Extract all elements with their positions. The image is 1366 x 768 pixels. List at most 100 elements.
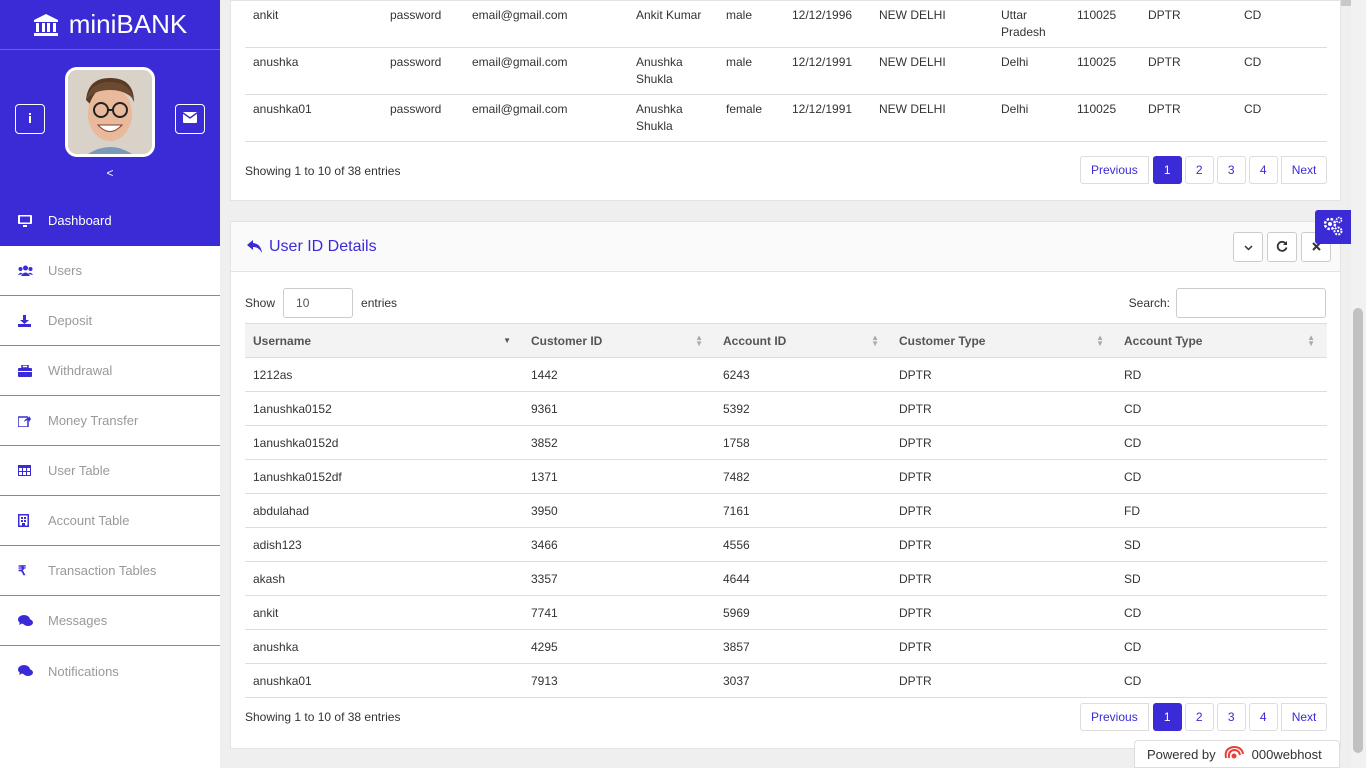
previous-page-button[interactable]: Previous — [1080, 156, 1149, 184]
sidebar-item-account-table[interactable]: Account Table — [0, 496, 220, 546]
table-cell: ankit — [245, 1, 382, 48]
table-cell: male — [718, 1, 784, 48]
table-cell: 5392 — [715, 391, 891, 426]
table-cell: 3357 — [523, 561, 715, 596]
sidebar-item-user-table[interactable]: User Table — [0, 446, 220, 496]
column-label: Customer Type — [899, 333, 986, 348]
table-cell: 4556 — [715, 527, 891, 562]
brand-name: miniBANK — [68, 9, 188, 39]
table-row[interactable]: 1anushka0152df 1371 7482 DPTR CD — [245, 459, 1327, 494]
column-header-customer-type[interactable]: Customer Type ▲ ▼ — [891, 323, 1116, 358]
users-table-pagination: Previous 1 2 3 4 Next — [1080, 156, 1328, 184]
reply-icon — [247, 239, 263, 254]
table-cell: anushka01 — [245, 663, 523, 698]
table-cell: adish123 — [245, 527, 523, 562]
table-row[interactable]: anushka 4295 3857 DPTR CD — [245, 629, 1327, 664]
vertical-scrollbar-thumb[interactable] — [1353, 308, 1363, 753]
settings-button[interactable] — [1315, 210, 1351, 244]
user-id-table-info: Showing 1 to 10 of 38 entries — [245, 710, 401, 724]
table-cell: 1anushka0152 — [245, 391, 523, 426]
table-row[interactable]: akash 3357 4644 DPTR SD — [245, 561, 1327, 596]
avatar[interactable] — [65, 67, 155, 157]
info-button[interactable] — [15, 104, 45, 134]
sidebar-item-label: User Table — [48, 463, 110, 478]
column-label: Account Type — [1124, 333, 1203, 348]
column-label: Customer ID — [531, 333, 603, 348]
table-cell: password — [382, 47, 464, 95]
table-row[interactable]: 1anushka0152 9361 5392 DPTR CD — [245, 391, 1327, 426]
show-label: Show — [245, 296, 276, 310]
mail-button[interactable] — [175, 104, 205, 134]
sidebar-item-notifications[interactable]: Notifications — [0, 646, 220, 696]
table-cell: 9361 — [523, 391, 715, 426]
sidebar-item-users[interactable]: Users — [0, 246, 220, 296]
page-1-button[interactable]: 1 — [1152, 156, 1182, 184]
page-2-button[interactable]: 2 — [1184, 156, 1214, 184]
table-cell: CD — [1116, 459, 1327, 494]
users-icon — [18, 265, 48, 276]
page-3-button[interactable]: 3 — [1216, 703, 1246, 731]
entries-length-select[interactable]: 10 — [283, 288, 354, 318]
table-cell: DPTR — [891, 629, 1116, 664]
table-row[interactable]: ankit 7741 5969 DPTR CD — [245, 595, 1327, 630]
table-row[interactable]: ankit password email@gmail.com Ankit Kumar m… — [245, 1, 1327, 48]
column-header-customer-id[interactable]: Customer ID ▲ ▼ — [523, 323, 715, 358]
table-cell: email@gmail.com — [464, 94, 628, 142]
next-page-button[interactable]: Next — [1280, 156, 1328, 184]
sidebar-item-label: Money Transfer — [48, 413, 139, 428]
sidebar-item-money-transfer[interactable]: Money Transfer — [0, 396, 220, 446]
sidebar-item-transaction-tables[interactable]: ₹ Transaction Tables — [0, 546, 220, 596]
page-2-button[interactable]: 2 — [1184, 703, 1214, 731]
powered-by-badge[interactable]: Powered by 000webhost — [1134, 740, 1340, 768]
table-cell: anushka — [245, 47, 382, 95]
page-1-button[interactable]: 1 — [1152, 703, 1182, 731]
sidebar-item-deposit[interactable]: Deposit — [0, 296, 220, 346]
table-row[interactable]: abdulahad 3950 7161 DPTR FD — [245, 493, 1327, 528]
sidebar-nav: Dashboard Users Deposit Withdrawal Money… — [0, 196, 220, 696]
table-row[interactable]: 1anushka0152d 3852 1758 DPTR CD — [245, 425, 1327, 460]
table-row[interactable]: anushka password email@gmail.com Anushka Sh… — [245, 47, 1327, 95]
column-header-username[interactable]: Username ▼ — [245, 323, 523, 358]
column-header-account-type[interactable]: Account Type ▲ ▼ — [1116, 323, 1327, 358]
table-cell: DPTR — [891, 493, 1116, 528]
brand[interactable]: miniBANK — [0, 0, 220, 50]
webhost-logo-icon — [1222, 744, 1246, 765]
gears-icon — [1322, 215, 1344, 240]
sidebar-item-withdrawal[interactable]: Withdrawal — [0, 346, 220, 396]
table-cell: 7913 — [523, 663, 715, 698]
table-row[interactable]: 1212as 1442 6243 DPTR RD — [245, 357, 1327, 392]
panel-title: User ID Details — [269, 237, 377, 255]
next-page-button[interactable]: Next — [1280, 703, 1328, 731]
table-cell: FD — [1116, 493, 1327, 528]
table-row[interactable]: adish123 3466 4556 DPTR SD — [245, 527, 1327, 562]
table-cell: 110025 — [1069, 94, 1140, 142]
previous-page-button[interactable]: Previous — [1080, 703, 1149, 731]
table-row[interactable]: anushka01 7913 3037 DPTR CD — [245, 663, 1327, 698]
column-header-account-id[interactable]: Account ID ▲ ▼ — [715, 323, 891, 358]
table-cell: 1anushka0152d — [245, 425, 523, 460]
table-cell: 3857 — [715, 629, 891, 664]
bank-icon — [33, 13, 59, 37]
table-cell: CD — [1116, 629, 1327, 664]
sidebar-item-messages[interactable]: Messages — [0, 596, 220, 646]
table-cell: CD — [1236, 94, 1327, 142]
table-cell: 1212as — [245, 357, 523, 392]
table-cell: 3950 — [523, 493, 715, 528]
table-cell: abdulahad — [245, 493, 523, 528]
sidebar: miniBANK < Dashboard Users Deposit Withd… — [0, 0, 220, 768]
user-id-details-panel: User ID Details Show 10 entries Search: … — [230, 221, 1341, 749]
sort-desc-icon: ▼ — [503, 336, 511, 345]
page-4-button[interactable]: 4 — [1248, 156, 1278, 184]
refresh-panel-button[interactable] — [1267, 232, 1297, 262]
table-cell: 4295 — [523, 629, 715, 664]
entries-label: entries — [361, 296, 398, 310]
page-4-button[interactable]: 4 — [1248, 703, 1278, 731]
sidebar-item-dashboard[interactable]: Dashboard — [0, 196, 220, 246]
table-cell: CD — [1116, 663, 1327, 698]
collapse-panel-button[interactable] — [1233, 232, 1263, 262]
sidebar-collapse-toggle[interactable]: < — [0, 166, 220, 180]
page-3-button[interactable]: 3 — [1216, 156, 1246, 184]
table-row[interactable]: anushka01 password email@gmail.com Anushka … — [245, 94, 1327, 142]
table-cell: 1anushka0152df — [245, 459, 523, 494]
search-input[interactable] — [1176, 288, 1326, 318]
